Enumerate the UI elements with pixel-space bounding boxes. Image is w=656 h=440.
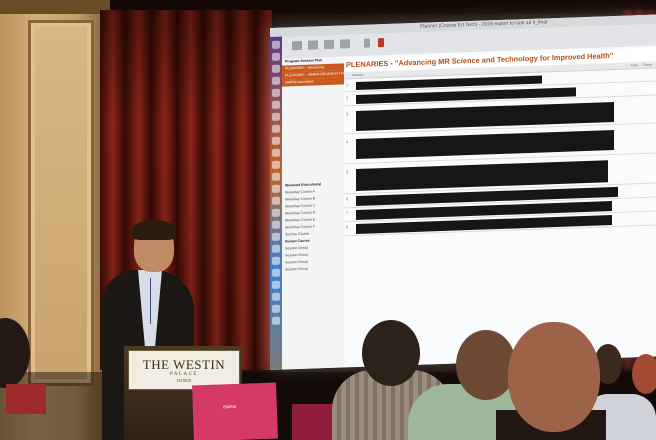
app-icon[interactable] [272, 268, 280, 277]
app-icon[interactable] [272, 280, 280, 289]
app-dock[interactable] [270, 36, 282, 370]
presenter-lanyard [150, 278, 151, 324]
row-number: 4 [346, 139, 349, 145]
app-icon[interactable] [272, 220, 280, 229]
app-icon[interactable] [272, 100, 280, 109]
wall-panel [28, 20, 94, 386]
app-icon[interactable] [272, 196, 280, 205]
new-icon[interactable] [292, 40, 302, 51]
app-icon[interactable] [272, 256, 280, 265]
app-icon[interactable] [272, 232, 280, 241]
column-header-room[interactable]: Room [643, 62, 652, 68]
audience-head [632, 354, 656, 394]
sidebar: Program Session Plan PLENARIES - Advanci… [282, 56, 345, 370]
app-icon[interactable] [272, 136, 280, 145]
audience-head [362, 320, 420, 386]
row-number: 3 [346, 111, 349, 117]
app-icon[interactable] [272, 64, 280, 73]
projection-screen: Planner (Course Ed Tech) - 2016 export t… [270, 14, 656, 371]
app-icon[interactable] [272, 244, 280, 253]
app-icon[interactable] [272, 76, 280, 85]
row-number: 2 [346, 95, 349, 101]
app-icon[interactable] [272, 148, 280, 157]
hotel-brand-name: THE WESTIN [142, 357, 226, 372]
conference-scene: Planner (Course Ed Tech) - 2016 export t… [0, 0, 656, 440]
hotel-brand-sub: PALACE [170, 372, 198, 377]
row-number: 1 [346, 82, 349, 88]
presenter-hair [132, 220, 176, 240]
table-card: ISMRM [192, 382, 278, 440]
app-icon[interactable] [272, 112, 280, 121]
app-icon[interactable] [272, 88, 280, 97]
alert-icon[interactable] [378, 38, 384, 48]
app-icon[interactable] [272, 208, 280, 217]
finder-icon[interactable] [272, 40, 280, 49]
app-icon[interactable] [272, 52, 280, 61]
row-number: 5 [346, 169, 349, 175]
hotel-brand-location: MADRID [176, 379, 192, 383]
red-object [6, 384, 46, 414]
share-icon[interactable] [340, 39, 350, 49]
app-icon[interactable] [272, 304, 280, 313]
row-number: 7 [346, 210, 349, 216]
trash-icon[interactable] [272, 316, 280, 325]
app-icon[interactable] [272, 160, 280, 169]
table-card-text: ISMRM [222, 403, 237, 410]
view-icon[interactable] [324, 39, 334, 50]
app-icon[interactable] [272, 172, 280, 181]
row-number: 6 [346, 196, 349, 202]
edit-icon[interactable] [364, 38, 370, 48]
app-icon[interactable] [272, 184, 280, 193]
audience-head [508, 322, 600, 432]
row-number: 8 [346, 224, 349, 230]
column-header-session[interactable]: Session [352, 72, 363, 78]
open-icon[interactable] [308, 40, 318, 50]
app-icon[interactable] [272, 292, 280, 301]
column-header-date[interactable]: Date [631, 62, 638, 68]
wall-cornice [0, 0, 110, 14]
app-icon[interactable] [272, 124, 280, 133]
audience-head [456, 330, 516, 400]
sidebar-item[interactable]: Session Group [282, 264, 344, 273]
